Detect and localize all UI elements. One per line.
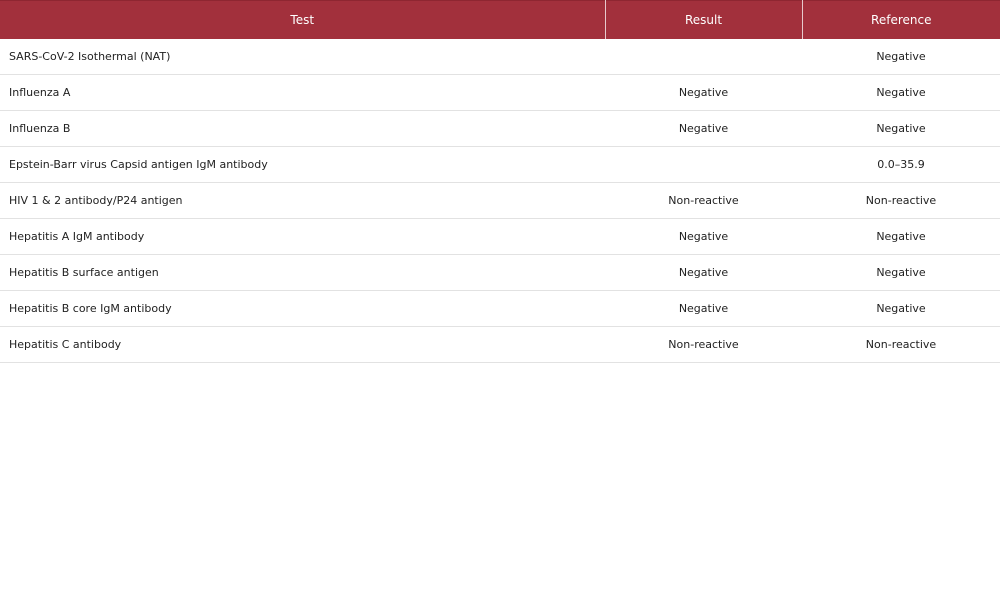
reference-cell: Negative xyxy=(802,74,1000,111)
reference-cell: Negative xyxy=(802,110,1000,147)
table-row: Influenza B Negative Negative xyxy=(0,110,1000,147)
reference-cell: Non-reactive xyxy=(802,182,1000,219)
table-header: Test Result Reference xyxy=(0,0,1000,39)
result-cell xyxy=(605,146,802,183)
test-name-cell: Hepatitis A IgM antibody xyxy=(0,218,605,255)
header-result: Result xyxy=(605,0,803,39)
reference-cell: Negative xyxy=(802,218,1000,255)
reference-cell: Negative xyxy=(802,254,1000,291)
test-name-cell: SARS-CoV-2 Isothermal (NAT) xyxy=(0,39,605,75)
lab-results-table: Test Result Reference SARS-CoV-2 Isother… xyxy=(0,0,1000,363)
test-name-cell: Epstein-Barr virus Capsid antigen IgM an… xyxy=(0,146,605,183)
result-cell: Negative xyxy=(605,254,802,291)
table-row: Hepatitis B surface antigen Negative Neg… xyxy=(0,254,1000,291)
test-name-cell: Hepatitis B core IgM antibody xyxy=(0,290,605,327)
result-cell: Non-reactive xyxy=(605,182,802,219)
table-row: Hepatitis C antibody Non-reactive Non-re… xyxy=(0,326,1000,363)
table-row: HIV 1 & 2 antibody/P24 antigen Non-react… xyxy=(0,182,1000,219)
test-name-cell: Influenza B xyxy=(0,110,605,147)
test-name-cell: HIV 1 & 2 antibody/P24 antigen xyxy=(0,182,605,219)
table-row: SARS-CoV-2 Isothermal (NAT) Negative xyxy=(0,39,1000,75)
table-row: Hepatitis A IgM antibody Negative Negati… xyxy=(0,218,1000,255)
result-cell: Negative xyxy=(605,110,802,147)
table-row: Influenza A Negative Negative xyxy=(0,74,1000,111)
test-name-cell: Influenza A xyxy=(0,74,605,111)
header-test: Test xyxy=(0,0,606,39)
header-reference: Reference xyxy=(802,0,1000,39)
header-row: Test Result Reference xyxy=(0,0,1000,39)
result-cell xyxy=(605,39,802,75)
result-cell: Negative xyxy=(605,218,802,255)
result-cell: Non-reactive xyxy=(605,326,802,363)
test-name-cell: Hepatitis B surface antigen xyxy=(0,254,605,291)
reference-cell: Negative xyxy=(802,39,1000,75)
table-body: SARS-CoV-2 Isothermal (NAT) Negative Inf… xyxy=(0,39,1000,363)
result-cell: Negative xyxy=(605,74,802,111)
table-row: Epstein-Barr virus Capsid antigen IgM an… xyxy=(0,146,1000,183)
table-row: Hepatitis B core IgM antibody Negative N… xyxy=(0,290,1000,327)
reference-cell: 0.0–35.9 xyxy=(802,146,1000,183)
test-name-cell: Hepatitis C antibody xyxy=(0,326,605,363)
reference-cell: Negative xyxy=(802,290,1000,327)
reference-cell: Non-reactive xyxy=(802,326,1000,363)
result-cell: Negative xyxy=(605,290,802,327)
